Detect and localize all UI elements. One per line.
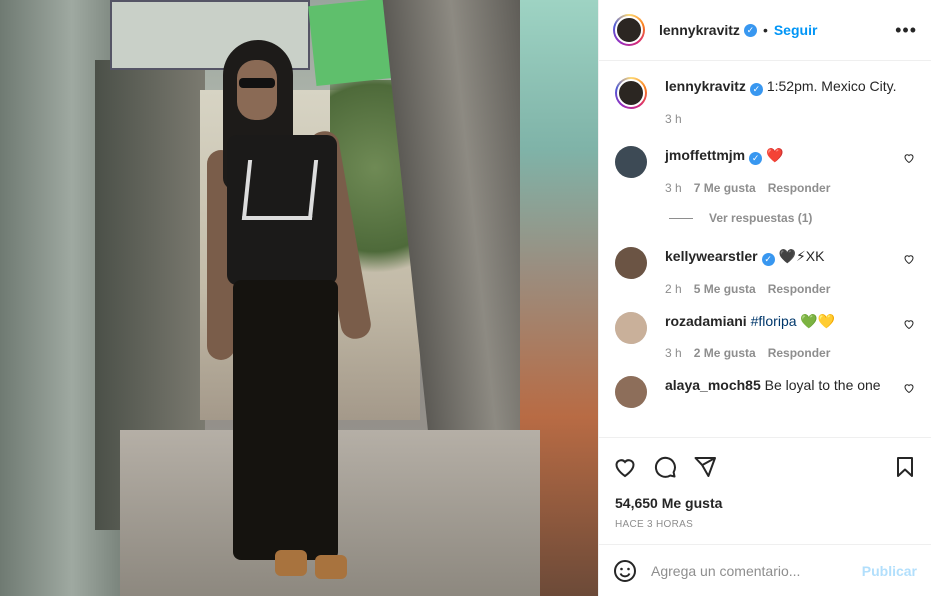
comment-text: Be loyal to the one bbox=[764, 377, 881, 393]
heart-icon[interactable] bbox=[903, 382, 915, 394]
person-pants bbox=[233, 280, 338, 560]
comment-time[interactable]: 3 h bbox=[665, 344, 682, 362]
comment-likes[interactable]: 5 Me gusta bbox=[694, 280, 756, 298]
photo-person bbox=[205, 40, 390, 580]
post-view: lennykravitz ✓ • Seguir ••• lennykravitz… bbox=[0, 0, 931, 596]
author-avatar[interactable] bbox=[613, 14, 645, 46]
caption-time[interactable]: 3 h bbox=[665, 110, 682, 128]
comment-likes[interactable]: 7 Me gusta bbox=[694, 179, 756, 197]
caption-text: 1:52pm. Mexico City. bbox=[766, 78, 897, 94]
separator-dot: • bbox=[762, 22, 768, 38]
heart-icon[interactable] bbox=[613, 455, 637, 479]
author-username[interactable]: lennykravitz bbox=[659, 22, 740, 38]
reply-button[interactable]: Responder bbox=[768, 280, 831, 298]
comment-likes[interactable]: 2 Me gusta bbox=[694, 344, 756, 362]
comment-avatar[interactable] bbox=[615, 247, 647, 279]
verified-check-icon: ✓ bbox=[761, 253, 775, 266]
comment-avatar[interactable] bbox=[615, 146, 647, 178]
reply-button[interactable]: Responder bbox=[768, 344, 831, 362]
view-replies-label: Ver respuestas (1) bbox=[709, 211, 813, 225]
post-photo[interactable] bbox=[0, 0, 598, 596]
replies-divider bbox=[669, 217, 693, 219]
comment-avatar[interactable] bbox=[615, 312, 647, 344]
post-actions bbox=[599, 437, 931, 495]
view-replies-button[interactable]: Ver respuestas (1) bbox=[669, 211, 915, 225]
person-face bbox=[237, 60, 277, 120]
comments-list[interactable]: lennykravitz ✓ 1:52pm. Mexico City. 3 h j… bbox=[599, 61, 931, 437]
person-boot-right bbox=[315, 555, 347, 579]
person-shirt-graphic bbox=[241, 160, 319, 220]
follow-button[interactable]: Seguir bbox=[774, 22, 818, 38]
caption: lennykravitz ✓ 1:52pm. Mexico City. 3 h bbox=[615, 77, 915, 128]
comment-item: kellywearstler ✓ 🖤⚡XK 2 h 5 Me gusta Resp… bbox=[615, 247, 915, 298]
heart-icon[interactable] bbox=[903, 253, 915, 265]
heart-icon[interactable] bbox=[903, 318, 915, 330]
comment-item: rozadamiani #floripa 💚💛 3 h 2 Me gusta R… bbox=[615, 312, 915, 362]
comment-item: alaya_moch85 Be loyal to the one bbox=[615, 376, 915, 408]
post-time[interactable]: HACE 3 HORAS bbox=[599, 511, 931, 544]
comment-time[interactable]: 2 h bbox=[665, 280, 682, 298]
comment-text: #floripa 💚💛 bbox=[750, 313, 836, 329]
person-sunglasses bbox=[239, 78, 275, 88]
caption-avatar[interactable] bbox=[615, 77, 647, 109]
comment-bubble-icon[interactable] bbox=[653, 455, 677, 479]
post-sidebar: lennykravitz ✓ • Seguir ••• lennykravitz… bbox=[598, 0, 931, 596]
comment-username[interactable]: jmoffettmjm bbox=[665, 147, 745, 163]
comment-text: ❤️ bbox=[766, 147, 784, 163]
comment-item: jmoffettmjm ✓ ❤️ 3 h 7 Me gusta Responder bbox=[615, 146, 915, 197]
verified-check-icon: ✓ bbox=[749, 83, 763, 96]
more-options-icon[interactable]: ••• bbox=[895, 20, 917, 41]
likes-count[interactable]: 54,650 Me gusta bbox=[599, 495, 931, 511]
comment-username[interactable]: kellywearstler bbox=[665, 248, 758, 264]
verified-check-icon: ✓ bbox=[743, 23, 757, 37]
post-header: lennykravitz ✓ • Seguir ••• bbox=[599, 0, 931, 61]
comment-username[interactable]: alaya_moch85 bbox=[665, 377, 761, 393]
paper-plane-icon[interactable] bbox=[693, 455, 717, 479]
comment-input[interactable] bbox=[651, 562, 862, 579]
comment-username[interactable]: rozadamiani bbox=[665, 313, 747, 329]
person-boot-left bbox=[275, 550, 307, 576]
add-comment-bar: Publicar bbox=[599, 544, 931, 596]
verified-check-icon: ✓ bbox=[749, 152, 763, 165]
comment-time[interactable]: 3 h bbox=[665, 179, 682, 197]
comment-text: 🖤⚡XK bbox=[778, 248, 825, 264]
comment-avatar[interactable] bbox=[615, 376, 647, 408]
emoji-icon[interactable] bbox=[613, 559, 637, 583]
heart-icon[interactable] bbox=[903, 152, 915, 164]
caption-username[interactable]: lennykravitz bbox=[665, 78, 746, 94]
publish-button[interactable]: Publicar bbox=[862, 563, 917, 579]
reply-button[interactable]: Responder bbox=[768, 179, 831, 197]
bookmark-icon[interactable] bbox=[893, 455, 917, 479]
